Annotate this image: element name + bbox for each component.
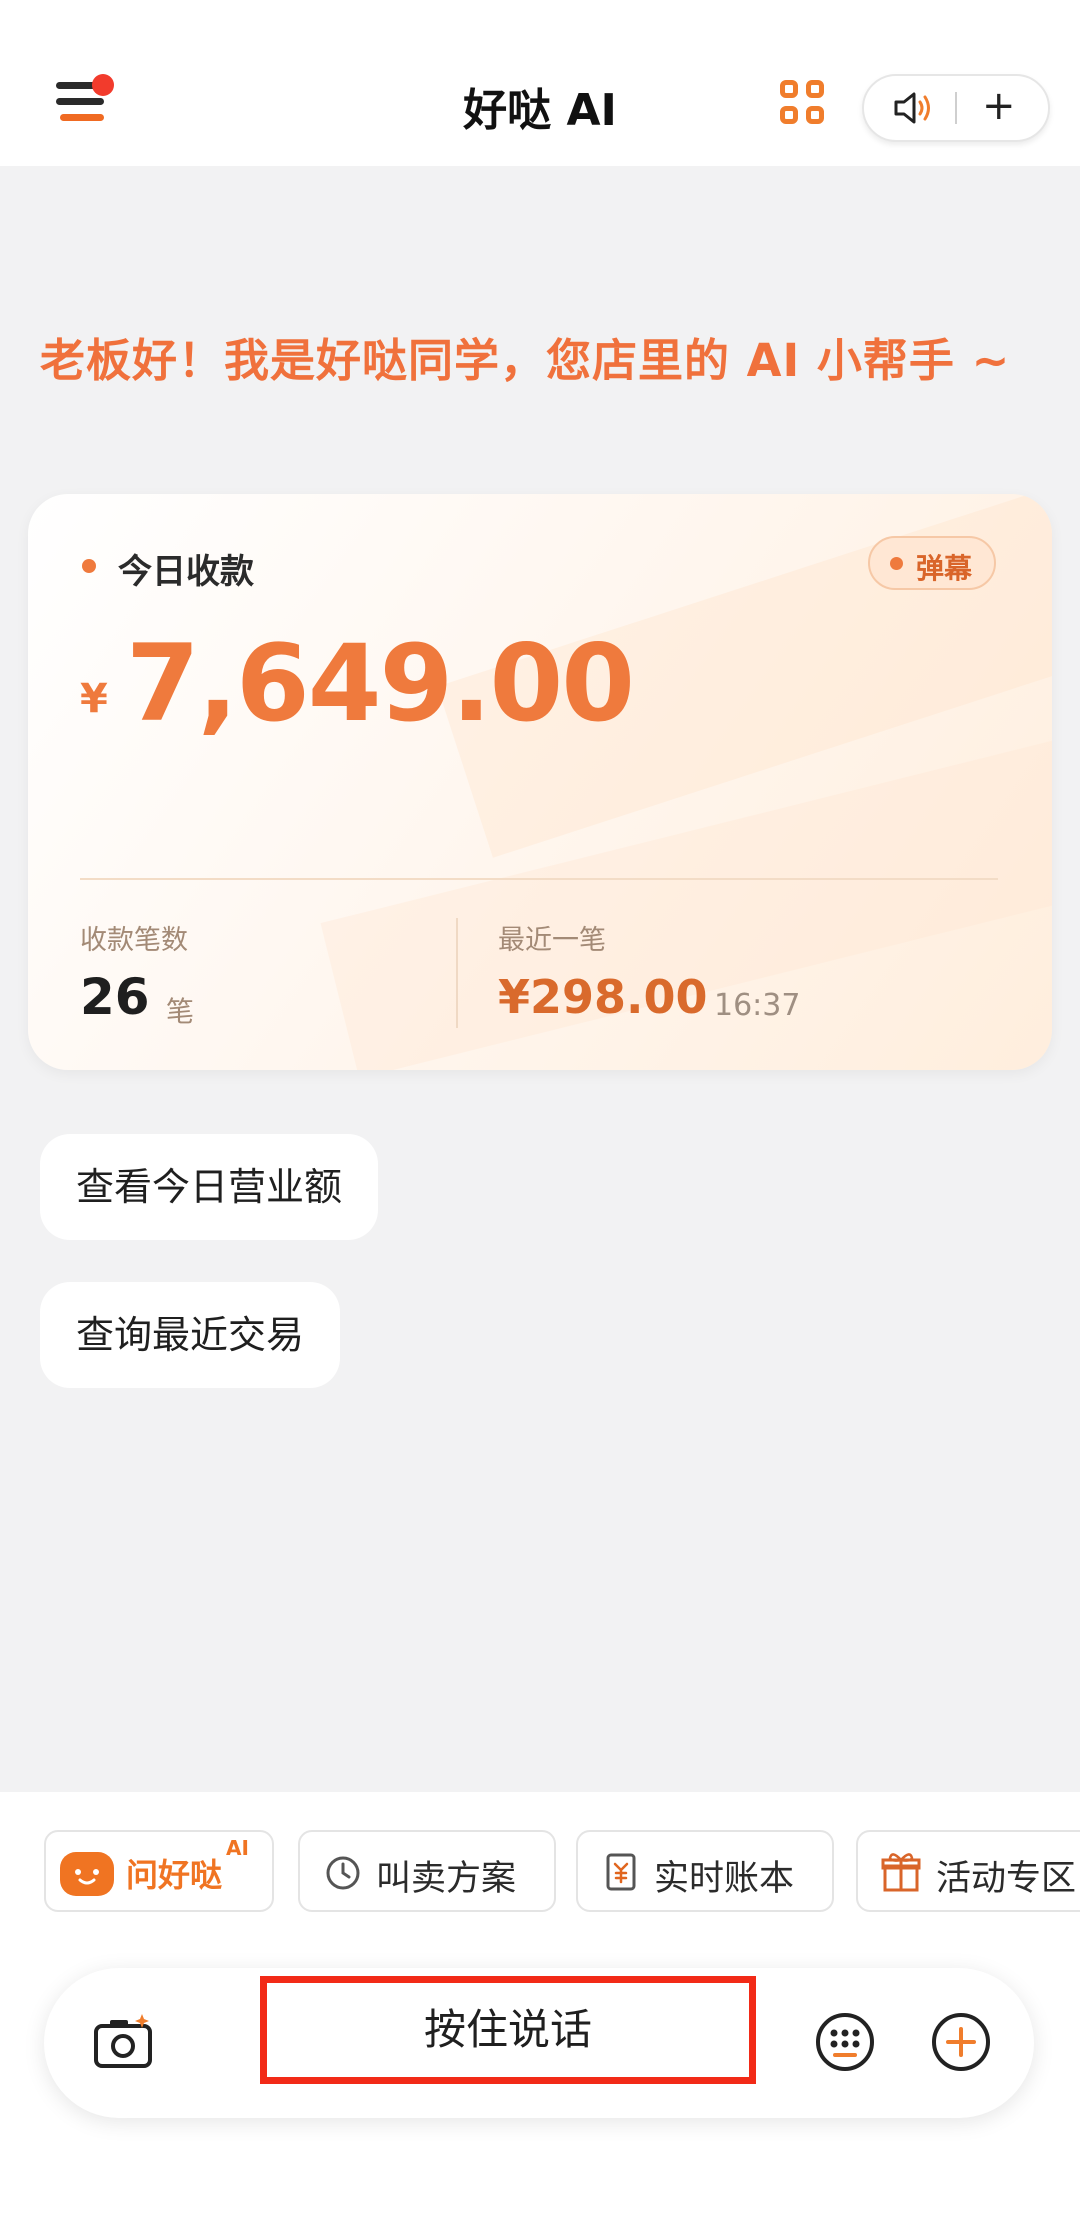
- bottom-panel: 问好哒 AI 叫卖方案 实时账本 活动专区 按住说话: [0, 1792, 1080, 2228]
- currency-symbol: ¥: [80, 676, 108, 722]
- today-amount: 7,649.00: [126, 622, 635, 745]
- last-label: 最近一笔: [498, 925, 606, 956]
- ai-badge: AI: [226, 1836, 249, 1860]
- top-bar: 好哒 AI +: [0, 0, 1080, 166]
- hold-to-talk-button[interactable]: 按住说话: [260, 1976, 756, 2084]
- grid-apps-icon[interactable]: [780, 80, 830, 130]
- last-time: 16:37: [714, 988, 801, 1023]
- promotions-button[interactable]: 活动专区: [856, 1830, 1080, 1912]
- greeting-text: 老板好！我是好哒同学，您店里的 AI 小帮手 ~: [40, 334, 1011, 387]
- ask-haoda-button[interactable]: 问好哒 AI: [44, 1830, 274, 1912]
- last-amount: ¥298.00: [498, 970, 708, 1024]
- clock-icon: [326, 1856, 360, 1890]
- ledger-label: 实时账本: [654, 1859, 795, 1899]
- capsule-divider: [955, 92, 957, 124]
- add-circle-icon[interactable]: [930, 2011, 992, 2077]
- ledger-icon: [606, 1853, 636, 1891]
- hawking-plan-button[interactable]: 叫卖方案: [298, 1830, 556, 1912]
- count-value: 26: [80, 968, 150, 1026]
- ledger-button[interactable]: 实时账本: [576, 1830, 834, 1912]
- speaker-icon[interactable]: [892, 90, 936, 130]
- title-dot: [82, 559, 96, 573]
- hawking-plan-label: 叫卖方案: [376, 1859, 517, 1899]
- camera-icon[interactable]: [92, 2012, 156, 2076]
- haoda-mascot-icon: [60, 1852, 114, 1896]
- gift-icon: [881, 1853, 921, 1892]
- count-label: 收款笔数: [80, 925, 188, 956]
- quick-actions: 问好哒 AI 叫卖方案 实时账本 活动专区: [0, 1830, 1080, 1916]
- danmu-button[interactable]: 弹幕: [868, 536, 996, 590]
- promotions-label: 活动专区: [936, 1859, 1077, 1899]
- keyboard-icon[interactable]: [814, 2011, 876, 2077]
- add-icon[interactable]: +: [982, 84, 1016, 128]
- danmu-label: 弹幕: [916, 552, 973, 585]
- ask-haoda-label: 问好哒: [126, 1856, 223, 1894]
- card-title: 今日收款: [118, 552, 254, 592]
- count-unit: 笔: [166, 995, 195, 1028]
- suggestion-chip[interactable]: 查看今日营业额: [40, 1134, 379, 1240]
- income-card: 今日收款 弹幕 ¥ 7,649.00 收款笔数 26 笔 最近一笔 ¥298.0…: [28, 494, 1052, 1070]
- capsule-menu: +: [862, 74, 1050, 142]
- divider: [80, 878, 998, 880]
- input-bar: 按住说话: [44, 1968, 1034, 2118]
- vertical-divider: [456, 918, 458, 1028]
- suggestion-chip[interactable]: 查询最近交易: [40, 1282, 341, 1388]
